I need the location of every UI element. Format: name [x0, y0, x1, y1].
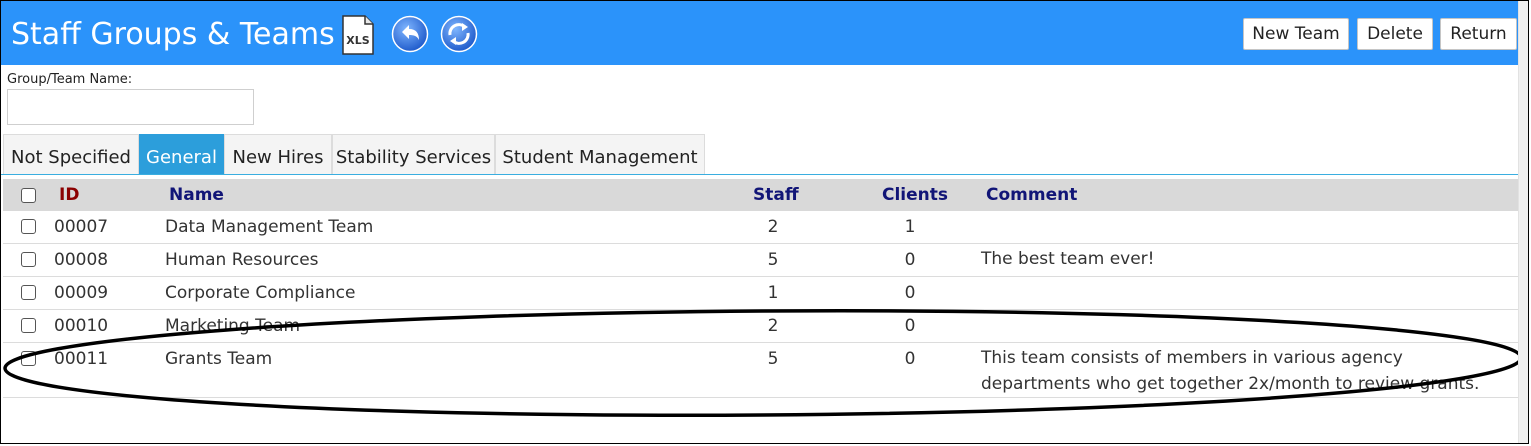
new-team-button[interactable]: New Team: [1243, 18, 1349, 50]
back-icon[interactable]: [391, 15, 429, 53]
tab-student-management[interactable]: Student Management: [495, 134, 705, 174]
table-row[interactable]: 00008 Human Resources 5 0 The best team …: [3, 244, 1523, 277]
column-header-clients[interactable]: Clients: [882, 185, 948, 205]
row-clients: 0: [904, 250, 916, 270]
row-id: 00007: [54, 217, 109, 237]
group-team-name-input[interactable]: [7, 89, 254, 125]
group-team-name-label: Group/Team Name:: [7, 72, 133, 87]
row-checkbox[interactable]: [21, 219, 36, 234]
tab-new-hires[interactable]: New Hires: [224, 134, 332, 174]
xls-icon-label: XLS: [346, 34, 369, 47]
row-clients: 0: [904, 283, 916, 303]
row-name: Human Resources: [165, 250, 319, 270]
annotation-ellipse: [3, 308, 1523, 418]
tab-stability-services[interactable]: Stability Services: [332, 134, 495, 174]
page-header: Staff Groups & Teams XLS New Team Delete…: [1, 1, 1523, 65]
vertical-scrollbar[interactable]: [1518, 1, 1528, 443]
tab-not-specified[interactable]: Not Specified: [3, 134, 139, 174]
row-clients: 1: [904, 217, 916, 237]
row-name: Corporate Compliance: [165, 283, 356, 303]
row-comment: The best team ever!: [981, 249, 1155, 269]
refresh-icon[interactable]: [440, 15, 478, 53]
delete-button[interactable]: Delete: [1357, 18, 1433, 50]
table-header: ID Name Staff Clients Comment: [3, 179, 1523, 211]
column-header-name[interactable]: Name: [169, 185, 224, 205]
table-row[interactable]: 00007 Data Management Team 2 1: [3, 211, 1523, 244]
tab-general[interactable]: General: [139, 134, 224, 174]
row-staff: 5: [767, 250, 779, 270]
page-title: Staff Groups & Teams: [11, 17, 335, 52]
column-header-id[interactable]: ID: [59, 185, 79, 205]
return-button[interactable]: Return: [1440, 18, 1517, 50]
row-staff: 2: [767, 217, 779, 237]
column-header-staff[interactable]: Staff: [753, 185, 799, 205]
app-window: Staff Groups & Teams XLS New Team Delete…: [0, 0, 1529, 444]
row-staff: 1: [767, 283, 779, 303]
row-checkbox[interactable]: [21, 252, 36, 267]
row-id: 00008: [54, 250, 109, 270]
xls-icon[interactable]: XLS: [341, 15, 375, 55]
row-checkbox[interactable]: [21, 285, 36, 300]
column-header-comment[interactable]: Comment: [986, 185, 1077, 205]
group-tabs: Not Specified General New Hires Stabilit…: [1, 134, 1523, 175]
row-name: Data Management Team: [165, 217, 374, 237]
row-id: 00009: [54, 283, 109, 303]
select-all-checkbox[interactable]: [21, 188, 36, 203]
